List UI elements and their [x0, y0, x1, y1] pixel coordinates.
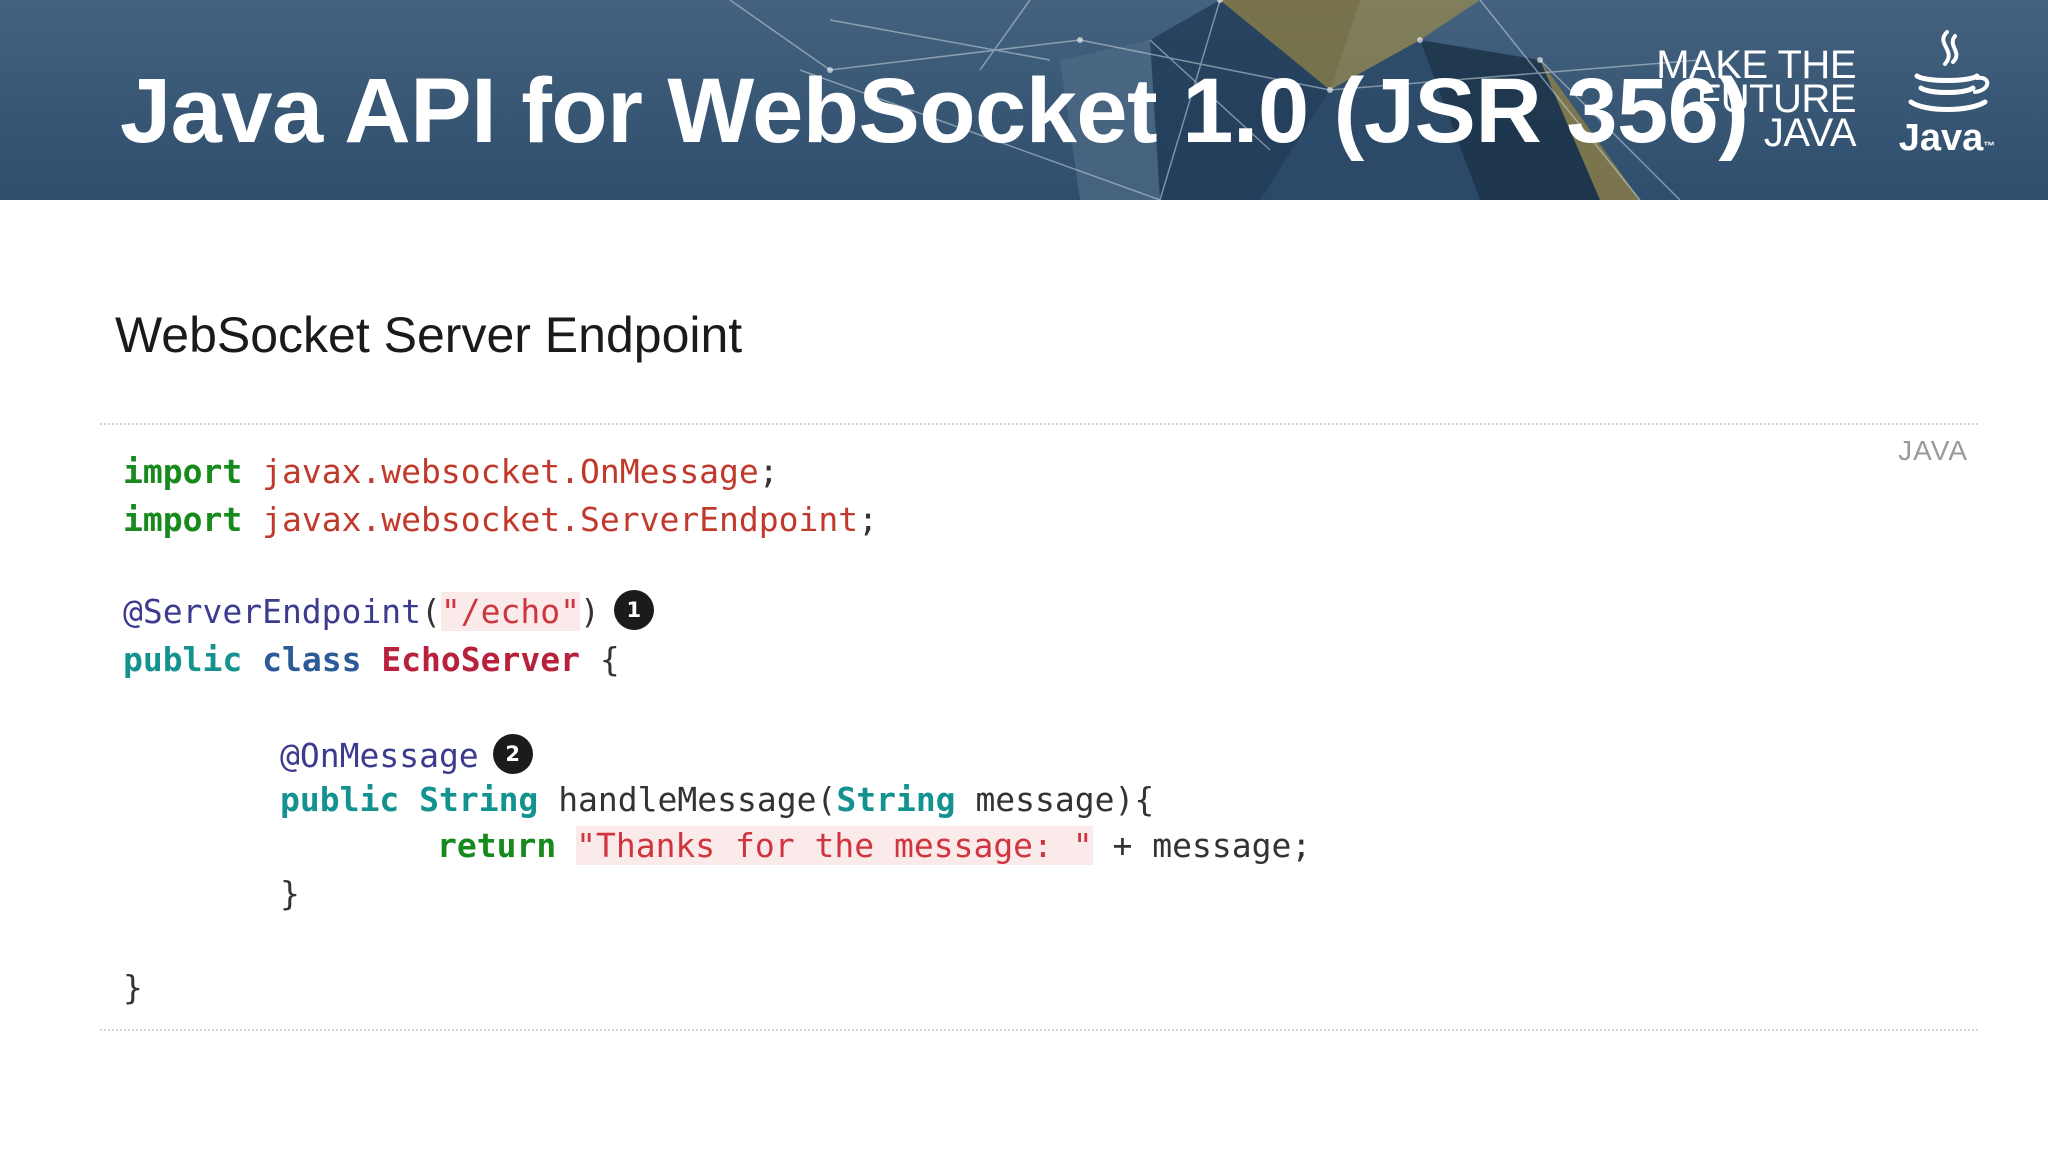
java-logo-text: Java™ [1898, 117, 1996, 159]
code-line-7: return "Thanks for the message: " + mess… [437, 826, 1312, 865]
slide-title: Java API for WebSocket 1.0 (JSR 356) [120, 60, 1749, 162]
code-line-4: public class EchoServer { [123, 640, 620, 679]
code-line-2: import javax.websocket.ServerEndpoint; [123, 500, 878, 539]
code-line-5: @OnMessage 2 [280, 733, 533, 778]
code-line-8: } [280, 874, 300, 913]
callout-badge-1: 1 [613, 589, 654, 630]
section-heading: WebSocket Server Endpoint [115, 307, 743, 363]
tagline-line-3: JAVA [1763, 111, 1857, 155]
java-logo: Java™ [1895, 26, 1999, 158]
slide: Java API for WebSocket 1.0 (JSR 356) MAK… [0, 0, 2048, 1152]
code-language-label: JAVA [1898, 435, 1968, 466]
make-the-future-java-tagline: MAKE THE FUTURE JAVA [1616, 45, 1857, 155]
code-line-9: } [123, 968, 143, 1007]
callout-badge-2: 2 [492, 733, 533, 774]
code-line-6: public String handleMessage(String messa… [280, 780, 1155, 819]
code-line-1: import javax.websocket.OnMessage; [123, 452, 779, 491]
code-block: JAVA import javax.websocket.OnMessage; i… [100, 423, 1978, 1031]
java-coffee-cup-icon [1908, 30, 1990, 112]
header-banner: Java API for WebSocket 1.0 (JSR 356) MAK… [0, 0, 2048, 200]
code-line-3: @ServerEndpoint("/echo") 1 [123, 589, 654, 634]
